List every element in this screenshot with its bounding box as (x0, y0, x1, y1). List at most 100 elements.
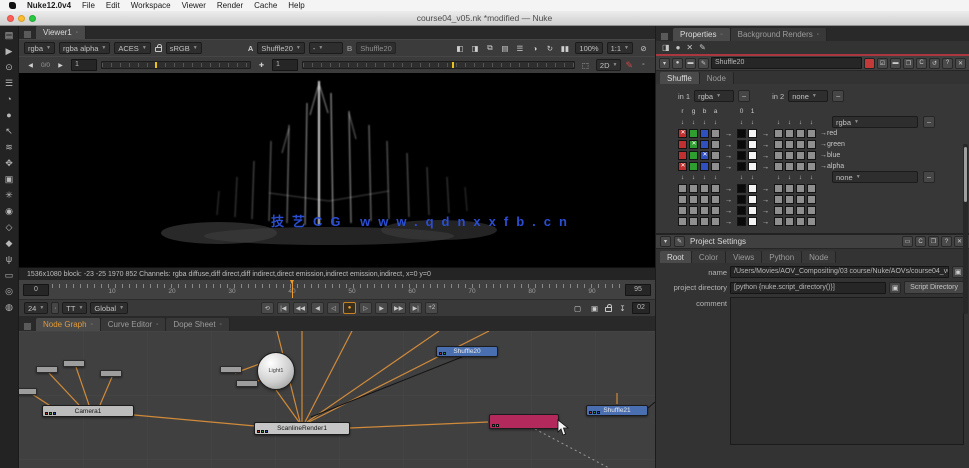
script-name-field[interactable]: /Users/Movies/AOV_Compositing/03 course/… (730, 266, 949, 278)
step-forward-button[interactable]: ▶ (375, 302, 388, 314)
matrix-chip[interactable] (807, 206, 816, 215)
matrix-chip[interactable] (678, 129, 687, 138)
mini-timeline-b[interactable] (302, 61, 575, 69)
deep-icon[interactable]: ◆ (2, 237, 17, 250)
merge-icon[interactable]: ▣ (2, 173, 17, 186)
node-color-swatch[interactable] (864, 58, 875, 69)
frame-fit-icon[interactable]: ⬚ (579, 59, 592, 71)
float-panel-icon[interactable]: ❐ (928, 236, 939, 247)
properties-scrollbar[interactable] (963, 144, 968, 314)
out1-dropdown-remove-button[interactable]: – (923, 116, 935, 128)
viewer-process-dropdown[interactable]: sRGB▼ (166, 42, 202, 54)
select-tool-icon[interactable]: ▶ (2, 45, 17, 58)
metadata-icon[interactable]: ▭ (2, 269, 17, 282)
proxy-toggle-icon[interactable]: ◑ (528, 42, 541, 54)
node-shuffle21[interactable]: Shuffle21 (586, 405, 648, 416)
color-picker-icon[interactable]: ✎ (674, 236, 685, 247)
range-first-icon[interactable]: ▢ (571, 302, 584, 314)
matrix-chip[interactable] (807, 140, 816, 149)
matrix-chip[interactable] (748, 195, 757, 204)
next-frame-icon[interactable]: ▶ (54, 59, 67, 71)
range-start-field[interactable]: 0 (23, 284, 49, 296)
matrix-chip[interactable] (678, 206, 687, 215)
matrix-chip[interactable] (748, 206, 757, 215)
matrix-chip[interactable] (689, 217, 698, 226)
step-back-button[interactable]: ◀ (311, 302, 324, 314)
roi-icon[interactable]: ⊘ (637, 42, 650, 54)
play-forward-button[interactable]: ▷ (359, 302, 372, 314)
dir-browser-icon[interactable]: ▣ (889, 282, 901, 294)
matrix-chip[interactable] (785, 151, 794, 160)
matrix-chip[interactable] (774, 184, 783, 193)
matrix-chip[interactable] (796, 151, 805, 160)
in2-remove-button[interactable]: – (832, 90, 844, 102)
matrix-chip[interactable] (737, 129, 746, 138)
out2-dropdown[interactable]: none▼ (832, 171, 918, 183)
tab-dope-sheet[interactable]: Dope Sheet▫ (166, 318, 229, 331)
matrix-chip[interactable] (689, 206, 698, 215)
node-stub3[interactable] (36, 366, 58, 373)
prev-keyframe-button[interactable]: ◀◀ (293, 302, 308, 314)
dope-sheet-icon[interactable]: ▬ (890, 58, 901, 69)
matrix-chip[interactable] (700, 206, 709, 215)
edit-pen-icon[interactable]: ✎ (699, 43, 706, 52)
range-last-icon[interactable]: ▣ (588, 302, 601, 314)
matrix-chip[interactable] (689, 195, 698, 204)
matrix-chip[interactable] (689, 184, 698, 193)
matrix-chip[interactable] (711, 217, 720, 226)
menu-file[interactable]: File (82, 1, 95, 10)
project-tab-python[interactable]: Python (762, 251, 802, 263)
input-b-dropdown[interactable]: Shuffle20 (356, 42, 396, 54)
3d-icon[interactable]: ◉ (2, 205, 17, 218)
zoom-window-button[interactable] (29, 15, 36, 22)
menu-viewer[interactable]: Viewer (182, 1, 206, 10)
pause-icon[interactable]: ▮▮ (558, 42, 571, 54)
node-camera1[interactable]: Camera1 (42, 405, 134, 417)
script-directory-button[interactable]: Script Directory (904, 281, 964, 294)
node-stub2[interactable] (236, 380, 258, 387)
color-pick-icon[interactable]: ✎ (698, 58, 709, 69)
matrix-chip[interactable] (700, 140, 709, 149)
clear-all-icon[interactable]: ✕ (686, 43, 693, 52)
tt-dropdown[interactable]: TT▼ (62, 302, 87, 314)
matrix-chip[interactable] (711, 195, 720, 204)
node-name-field[interactable]: Shuffle20 (711, 57, 862, 69)
prev-frame-icon[interactable]: ◀ (24, 59, 37, 71)
matrix-chip[interactable] (748, 162, 757, 171)
center-node-icon[interactable]: C (916, 58, 927, 69)
matrix-chip[interactable] (807, 151, 816, 160)
matrix-chip[interactable] (711, 129, 720, 138)
draw-icon[interactable]: ☰ (2, 77, 17, 90)
out2-dropdown-remove-button[interactable]: – (923, 171, 935, 183)
matrix-chip[interactable] (785, 162, 794, 171)
tab-shuffle[interactable]: Shuffle (660, 72, 700, 84)
matrix-chip[interactable] (774, 217, 783, 226)
channels-icon[interactable]: ☰ (513, 42, 526, 54)
matrix-chip[interactable] (700, 129, 709, 138)
project-tab-root[interactable]: Root (660, 251, 692, 263)
node-stub1[interactable] (220, 366, 242, 373)
matrix-chip[interactable] (807, 184, 816, 193)
image-icon[interactable]: ⊙ (2, 61, 17, 74)
matrix-chip[interactable] (711, 206, 720, 215)
matrix-chip[interactable] (796, 217, 805, 226)
next-keyframe-button[interactable]: ▶▶ (391, 302, 406, 314)
node-shuffle20[interactable]: Shuffle20 (436, 346, 498, 357)
matrix-chip[interactable] (748, 140, 757, 149)
apple-icon[interactable] (9, 2, 16, 9)
matrix-chip[interactable] (737, 206, 746, 215)
fps-lock-button[interactable]: · (51, 302, 59, 314)
ab-blend-dropdown[interactable]: -▼ (309, 42, 343, 54)
tab-viewer1[interactable]: Viewer1 ▫ (36, 26, 86, 39)
matrix-chip[interactable] (678, 140, 687, 149)
node-scanlinerender1[interactable]: ScanlineRender1 (254, 422, 350, 435)
filter-icon[interactable]: ≋ (2, 141, 17, 154)
help-icon[interactable]: ? (941, 236, 952, 247)
tab-node[interactable]: Node (700, 72, 734, 84)
play-backward-button[interactable]: ◁ (327, 302, 340, 314)
gain-icon[interactable]: ◧ (453, 42, 466, 54)
node-stub4[interactable] (63, 360, 85, 367)
fps-dropdown[interactable]: 24▼ (24, 302, 48, 314)
input-a-dropdown[interactable]: Shuffle20▼ (257, 42, 305, 54)
matrix-chip[interactable] (700, 162, 709, 171)
